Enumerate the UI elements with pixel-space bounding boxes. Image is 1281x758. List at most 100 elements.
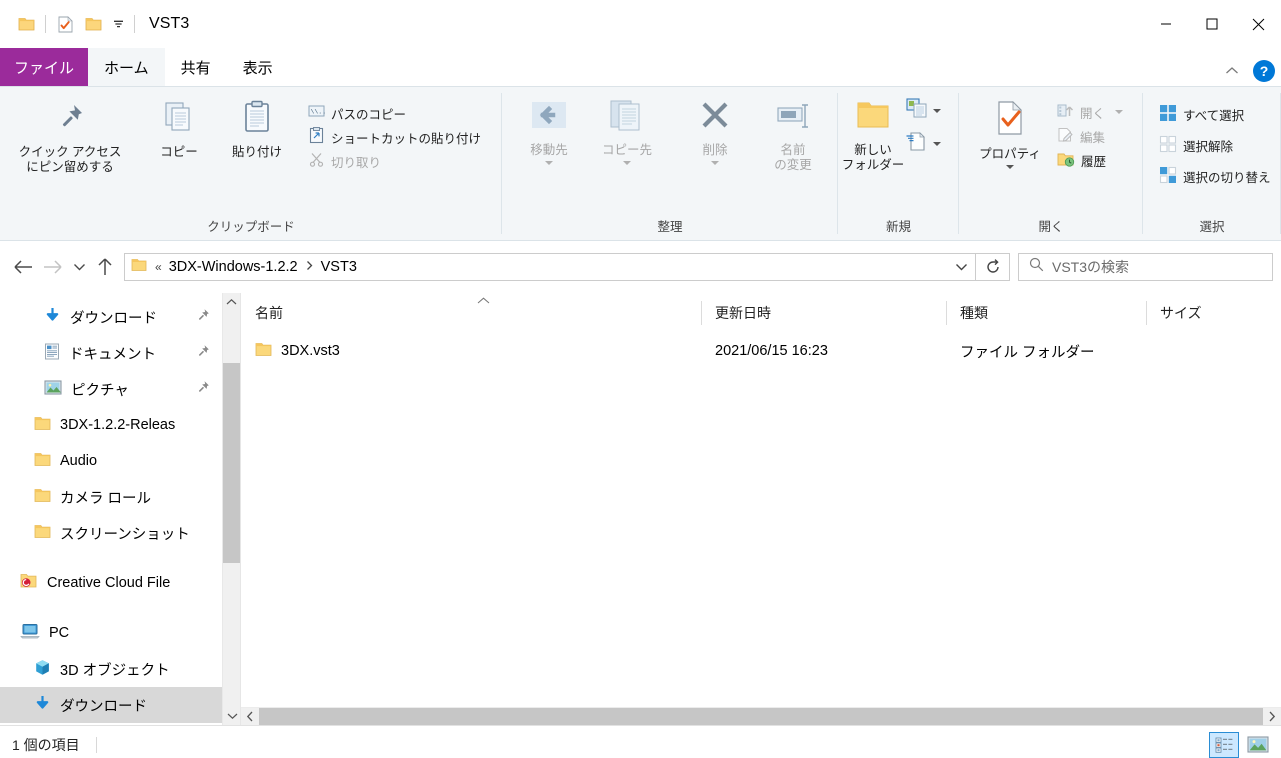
ribbon-group-select-label: 選択 (1199, 220, 1225, 234)
easy-access-caret-icon[interactable] (933, 141, 941, 146)
sidebar-item-documents-quick[interactable]: ドキュメント (0, 335, 240, 371)
large-icons-view-button[interactable] (1243, 732, 1273, 758)
sidebar-item-label: スクリーンショット (60, 526, 190, 543)
table-row[interactable]: 3DX.vst3 2021/06/15 16:23 ファイル フォルダー (241, 333, 1281, 369)
open-caret-icon[interactable] (1115, 110, 1124, 114)
new-folder-label: 新しい フォルダー (841, 143, 905, 172)
sidebar-item-creative-cloud-files[interactable]: Creative Cloud File (0, 565, 240, 601)
sidebar-item-audio[interactable]: Audio (0, 443, 240, 479)
ribbon-group-open-label: 開く (1038, 220, 1064, 234)
sort-ascending-icon (477, 295, 490, 307)
column-header-name[interactable]: 名前 (241, 299, 701, 327)
column-header-type[interactable]: 種類 (946, 299, 1146, 327)
scroll-down-icon[interactable] (223, 707, 240, 725)
scroll-up-icon[interactable] (223, 293, 240, 311)
close-button[interactable] (1235, 0, 1281, 48)
search-input[interactable]: VST3の検索 (1052, 257, 1129, 277)
breadcrumb-item-3dx-windows[interactable]: 3DX-Windows-1.2.2 (164, 259, 303, 275)
pin-icon[interactable] (196, 380, 210, 398)
refresh-button[interactable] (976, 253, 1010, 281)
breadcrumb-item-vst3[interactable]: VST3 (316, 259, 362, 275)
folder-icon[interactable] (12, 10, 40, 38)
scrollbar-thumb[interactable] (259, 707, 1263, 726)
help-button[interactable]: ? (1253, 60, 1275, 82)
sidebar-item-screenshots[interactable]: スクリーンショット (0, 515, 240, 551)
sidebar-item-downloads-pc[interactable]: ダウンロード (0, 687, 240, 723)
search-icon (1029, 257, 1044, 277)
sidebar-item-downloads-quick[interactable]: ダウンロード (0, 299, 240, 335)
select-none-button[interactable]: 選択解除 (1155, 130, 1275, 161)
file-list-horizontal-scrollbar[interactable] (241, 707, 1281, 726)
copy-to-caret-icon[interactable] (623, 161, 631, 165)
scroll-right-icon[interactable] (1263, 711, 1281, 722)
breadcrumb-overflow[interactable]: « (153, 260, 164, 274)
properties-caret-icon[interactable] (1006, 165, 1014, 169)
file-name-cell[interactable]: 3DX.vst3 (241, 342, 701, 361)
move-to-button[interactable]: 移動先 (510, 93, 588, 165)
sidebar-item-camera-roll[interactable]: カメラ ロール (0, 479, 240, 515)
copy-path-icon: \\.. (308, 104, 326, 122)
new-folder-button[interactable]: 新しい フォルダー (840, 93, 906, 173)
breadcrumb-chevron-icon[interactable] (303, 260, 316, 274)
tab-file[interactable]: ファイル (0, 48, 89, 86)
new-folder-icon[interactable] (79, 10, 107, 38)
copy-to-button[interactable]: コピー先 (588, 93, 666, 165)
new-item-button[interactable] (906, 98, 941, 123)
tab-view[interactable]: 表示 (227, 48, 289, 86)
select-none-label: 選択解除 (1183, 140, 1234, 154)
properties-button[interactable]: プロパティ (967, 93, 1053, 169)
maximize-button[interactable] (1189, 0, 1235, 48)
up-button[interactable] (90, 252, 120, 282)
recent-locations-button[interactable] (68, 252, 90, 282)
address-bar[interactable]: « 3DX-Windows-1.2.2 VST3 (124, 253, 976, 281)
copy-button[interactable]: コピー (140, 93, 218, 160)
pin-quick-access-button[interactable]: クイック アクセス にピン留めする (0, 93, 140, 175)
item-count-label: 1 個の項目 (12, 736, 80, 753)
paste-shortcut-button[interactable]: ショートカットの貼り付け (304, 125, 485, 149)
paste-label: 貼り付け (231, 145, 282, 159)
copy-path-button[interactable]: \\.. パスのコピー (304, 101, 485, 125)
customize-quick-access-dropdown[interactable] (107, 11, 129, 37)
tab-home[interactable]: ホーム (88, 48, 165, 86)
invert-selection-button[interactable]: 選択の切り替え (1155, 161, 1275, 192)
creative-cloud-icon (20, 573, 38, 593)
address-dropdown-icon[interactable] (947, 254, 975, 280)
ribbon-tabs: ファイル ホーム 共有 表示 ? (0, 48, 1281, 86)
collapse-ribbon-icon[interactable] (1221, 60, 1243, 82)
column-header-modified[interactable]: 更新日時 (701, 299, 946, 327)
tab-share[interactable]: 共有 (165, 48, 227, 86)
cut-button[interactable]: 切り取り (304, 149, 485, 173)
details-view-button[interactable] (1209, 731, 1239, 758)
edit-button[interactable]: 編集 (1053, 124, 1127, 148)
column-header-size[interactable]: サイズ (1146, 299, 1266, 327)
rename-button[interactable]: 名前 の変更 (754, 93, 832, 173)
scrollbar-thumb[interactable] (223, 363, 240, 563)
delete-button[interactable]: 削除 (676, 93, 754, 165)
new-item-caret-icon[interactable] (933, 108, 941, 113)
window-controls (1143, 0, 1281, 48)
sidebar-item-3d-objects[interactable]: 3D オブジェクト (0, 651, 240, 687)
easy-access-button[interactable] (906, 131, 941, 156)
delete-caret-icon[interactable] (711, 161, 719, 165)
sidebar-item-3dx-release[interactable]: 3DX-1.2.2-Releas (0, 407, 240, 443)
move-to-caret-icon[interactable] (545, 161, 553, 165)
select-all-button[interactable]: すべて選択 (1155, 99, 1275, 130)
navigation-pane-scrollbar[interactable] (222, 293, 240, 725)
back-button[interactable] (8, 252, 38, 282)
ribbon-group-clipboard-label: クリップボード (207, 220, 295, 234)
forward-button[interactable] (38, 252, 68, 282)
pin-icon[interactable] (196, 344, 210, 362)
scroll-left-icon[interactable] (241, 711, 259, 722)
properties-icon[interactable] (51, 10, 79, 38)
sidebar-item-pictures-quick[interactable]: ピクチャ (0, 371, 240, 407)
open-button[interactable]: 開く (1053, 100, 1127, 124)
folder-icon (34, 416, 51, 435)
paste-button[interactable]: 貼り付け (218, 93, 296, 160)
sidebar-item-pc[interactable]: PC (0, 615, 240, 651)
pin-icon[interactable] (196, 308, 210, 326)
ribbon-group-organize-label: 整理 (657, 220, 683, 234)
search-box[interactable]: VST3の検索 (1018, 253, 1273, 281)
history-button[interactable]: 履歴 (1053, 148, 1127, 172)
minimize-button[interactable] (1143, 0, 1189, 48)
rename-label: 名前 の変更 (774, 143, 812, 172)
